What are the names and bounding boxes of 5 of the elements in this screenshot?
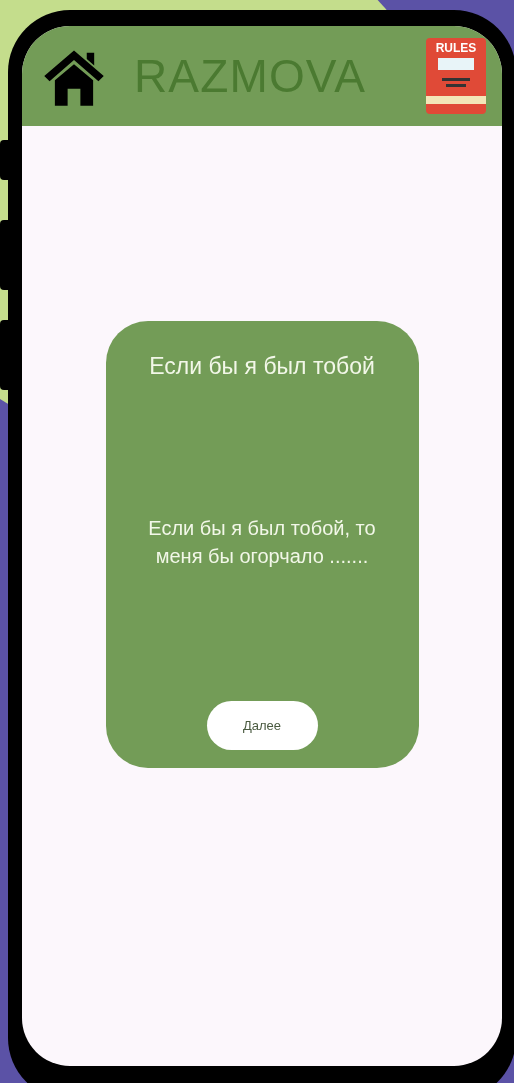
rules-label: RULES: [434, 40, 478, 54]
next-button[interactable]: Далее: [206, 701, 318, 750]
card-prompt: Если бы я был тобой, то меня бы огорчало .......: [147, 515, 377, 569]
rules-book-icon[interactable]: RULES: [426, 38, 486, 114]
card-title: Если бы я был тобой: [149, 352, 375, 381]
